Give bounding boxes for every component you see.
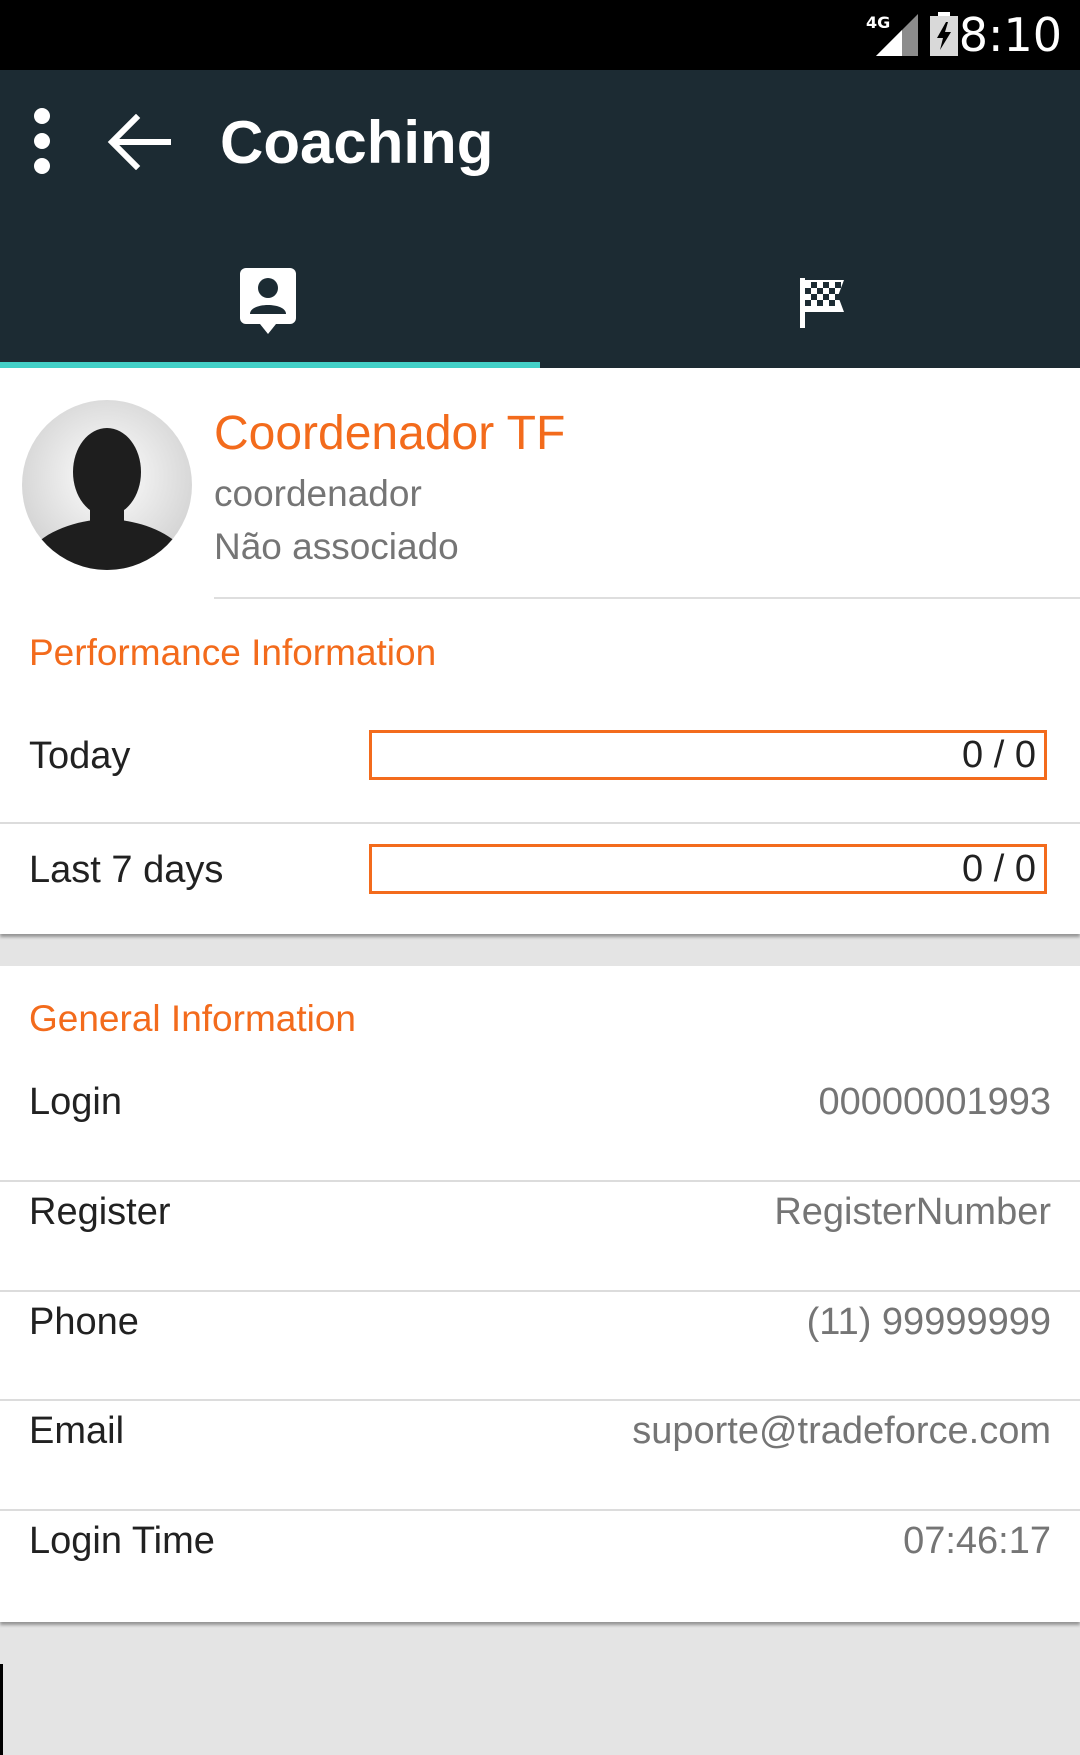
info-row-register: Register RegisterNumber — [0, 1158, 1080, 1266]
info-row-value: 00000001993 — [818, 1081, 1051, 1123]
back-arrow-icon[interactable] — [106, 114, 172, 170]
profile-performance-card: Coordenador TF coordenador Não associado… — [0, 368, 1080, 934]
tab-goals[interactable] — [540, 262, 1080, 368]
svg-text:4G: 4G — [866, 13, 890, 32]
profile-status: Não associado — [214, 526, 459, 567]
info-row-value: 07:46:17 — [903, 1520, 1051, 1562]
info-row-login-time: Login Time 07:46:17 — [0, 1487, 1080, 1595]
info-row-value: (11) 99999999 — [806, 1301, 1051, 1343]
info-row-label: Login — [29, 1081, 122, 1123]
status-time: 8:10 — [958, 8, 1062, 62]
info-row-value: RegisterNumber — [774, 1191, 1051, 1233]
info-row-value: suporte@tradeforce.com — [632, 1410, 1051, 1452]
tab-profile[interactable] — [0, 262, 540, 368]
info-row-label: Email — [29, 1410, 125, 1452]
signal-4g-icon: 4G — [866, 13, 918, 56]
performance-row-today: Today 0 / 0 — [0, 700, 1080, 812]
performance-row-label: Today — [29, 735, 131, 777]
performance-section-title: Performance Information — [29, 632, 437, 673]
avatar — [22, 400, 192, 570]
performance-row-label: Last 7 days — [29, 849, 224, 891]
battery-charging-icon — [930, 12, 958, 56]
progress-value: 0 / 0 — [962, 848, 1036, 890]
performance-row-last-7-days: Last 7 days 0 / 0 — [0, 814, 1080, 926]
progress-bar: 0 / 0 — [369, 730, 1047, 780]
profile-badge-icon — [240, 268, 296, 334]
info-row-phone: Phone (11) 99999999 — [0, 1268, 1080, 1376]
progress-bar: 0 / 0 — [369, 844, 1047, 894]
screen-edge — [0, 1664, 3, 1755]
app-bar: Coaching — [0, 70, 1080, 368]
profile-divider — [214, 597, 1080, 599]
info-row-label: Phone — [29, 1301, 139, 1343]
general-section-title: General Information — [29, 998, 357, 1039]
profile-role: coordenador — [214, 473, 422, 514]
progress-value: 0 / 0 — [962, 734, 1036, 776]
info-row-label: Register — [29, 1191, 171, 1233]
person-silhouette-icon — [22, 400, 192, 570]
info-row-email: Email suporte@tradeforce.com — [0, 1377, 1080, 1485]
checkered-flag-icon — [800, 278, 844, 328]
status-bar: 4G 8:10 — [0, 0, 1080, 70]
page-title: Coaching — [220, 109, 494, 176]
info-row-label: Login Time — [29, 1520, 215, 1562]
overflow-menu-icon[interactable] — [22, 106, 62, 176]
general-information-card: General Information Login 00000001993 Re… — [0, 966, 1080, 1622]
info-row-login: Login 00000001993 — [0, 1048, 1080, 1156]
profile-name: Coordenador TF — [214, 407, 566, 460]
